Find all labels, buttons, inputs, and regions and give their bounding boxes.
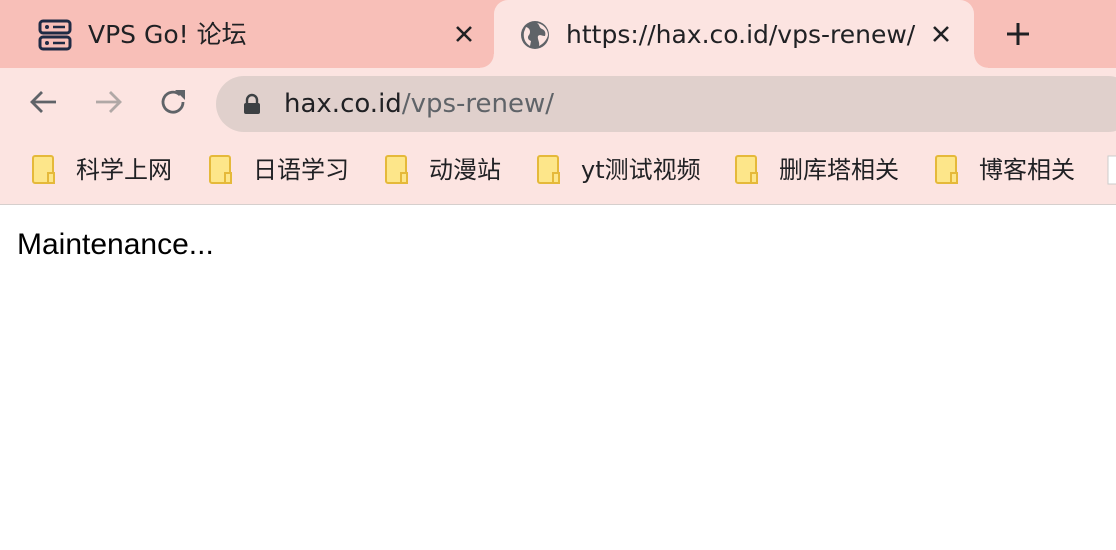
folder-icon <box>735 155 758 184</box>
close-icon[interactable] <box>929 22 953 46</box>
bookmark-label: 科学上网 <box>76 156 172 184</box>
reload-icon[interactable] <box>155 84 191 120</box>
maintenance-message: Maintenance... <box>17 228 214 261</box>
globe-icon <box>521 21 549 49</box>
tab-vps-go-forum[interactable]: VPS Go! 论坛 <box>0 0 494 68</box>
bookmark-label: 删库塔相关 <box>779 156 899 184</box>
bookmark-label: yt测试视频 <box>581 156 701 184</box>
folder-icon <box>537 155 560 184</box>
url-path: /vps-renew/ <box>401 89 555 119</box>
bookmark-label: 博客相关 <box>979 156 1075 184</box>
url-host: hax.co.id <box>284 89 402 119</box>
bookmark-overflow-icon[interactable] <box>1106 154 1116 186</box>
new-tab-button[interactable] <box>1000 16 1036 52</box>
back-arrow-icon[interactable] <box>26 84 62 120</box>
folder-icon <box>209 155 232 184</box>
url-text[interactable]: hax.co.id/vps-renew/ <box>284 86 554 122</box>
folder-icon <box>32 155 55 184</box>
tab-hax-vps-renew[interactable]: https://hax.co.id/vps-renew/ <box>480 0 988 68</box>
tab-strip: VPS Go! 论坛 https://hax.co.id/vps-renew/ <box>0 0 1116 68</box>
bookmark-label: 日语学习 <box>253 156 349 184</box>
server-icon <box>38 19 72 51</box>
tab-title: VPS Go! 论坛 <box>88 20 247 49</box>
folder-icon <box>935 155 958 184</box>
folder-icon <box>385 155 408 184</box>
close-icon[interactable] <box>452 22 476 46</box>
toolbar: hax.co.id/vps-renew/ <box>0 68 1116 140</box>
page-content: Maintenance... <box>0 205 1116 550</box>
lock-icon[interactable] <box>242 93 262 115</box>
tab-title: https://hax.co.id/vps-renew/ <box>566 20 916 49</box>
forward-arrow-icon[interactable] <box>90 84 126 120</box>
bookmarks-bar: 科学上网 日语学习 动漫站 yt测试视频 删库塔相关 博客相关 <box>0 140 1116 205</box>
bookmark-label: 动漫站 <box>429 156 501 184</box>
address-bar[interactable]: hax.co.id/vps-renew/ <box>216 76 1116 132</box>
